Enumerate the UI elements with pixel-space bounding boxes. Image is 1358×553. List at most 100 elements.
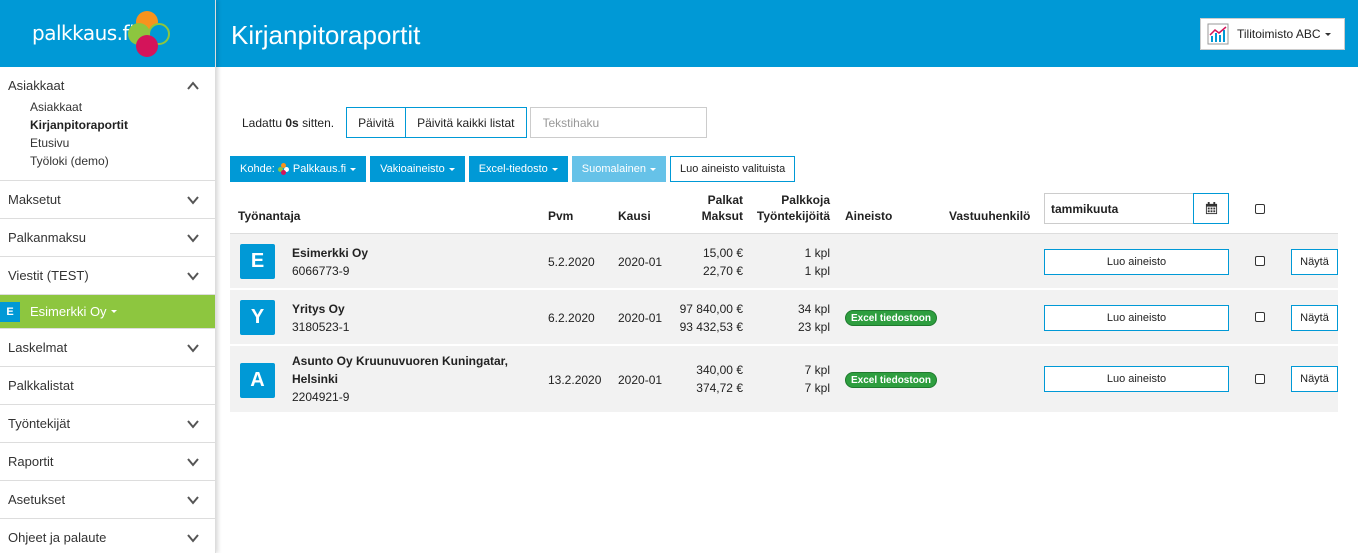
company-name: Yritys Oy xyxy=(292,302,345,316)
chevron-down-icon[interactable] xyxy=(185,268,201,284)
select-all-checkbox[interactable] xyxy=(1255,204,1265,214)
target-prefix: Kohde: xyxy=(240,163,275,175)
chevron-down-icon[interactable] xyxy=(185,340,201,356)
chevron-up-icon[interactable] xyxy=(185,78,201,94)
sub-item-customers[interactable]: Asiakkaat xyxy=(30,98,215,116)
company-id: 3180523-1 xyxy=(292,320,350,334)
company-name: Asunto Oy Kruunuvuoren Kuningatar, xyxy=(292,354,509,368)
refresh-all-button[interactable]: Päivitä kaikki listat xyxy=(405,107,527,138)
payments: 22,70 € xyxy=(702,264,743,278)
month-input[interactable] xyxy=(1044,193,1194,224)
chevron-down-icon[interactable] xyxy=(185,192,201,208)
nav-head-employees[interactable]: Työntekijät xyxy=(0,405,215,442)
company-avatar: A xyxy=(240,363,275,398)
table-row[interactable]: Y Yritys Oy 3180523-1 6.2.2020 2020-01 9… xyxy=(230,290,1338,346)
caret-down-icon xyxy=(551,167,558,171)
period: 2020-01 xyxy=(618,255,663,269)
col-salaries[interactable]: Palkat Maksut xyxy=(702,192,743,224)
nav-section-payroll: Palkanmaksu xyxy=(0,219,215,257)
loaded-status: Ladattu 0s sitten. xyxy=(242,115,335,130)
show-button[interactable]: Näytä xyxy=(1291,305,1338,331)
nav-head-paid[interactable]: Maksetut xyxy=(0,181,215,218)
salaries-count: 34 kpl xyxy=(797,302,830,316)
nav-label: Asiakkaat xyxy=(8,78,65,93)
sub-item-worklog[interactable]: Työloki (demo) xyxy=(30,152,215,170)
company-name-line2: Helsinki xyxy=(292,372,339,386)
nav-section-settings: Asetukset xyxy=(0,481,215,519)
nav-head-paylists[interactable]: Palkkalistat xyxy=(0,367,215,404)
logo-circles-icon xyxy=(128,9,180,59)
employees-count: 1 kpl xyxy=(804,264,830,278)
logo-text: palkkaus.fi xyxy=(32,21,135,45)
refresh-button[interactable]: Päivitä xyxy=(346,107,407,138)
palkkaus-logo-icon xyxy=(277,163,290,175)
sub-item-accounting-reports[interactable]: Kirjanpitoraportit xyxy=(30,116,215,134)
nav-head-help[interactable]: Ohjeet ja palaute xyxy=(0,519,215,553)
caret-down-icon xyxy=(448,167,455,171)
create-material-button[interactable]: Luo aineisto xyxy=(1044,305,1229,331)
sub-items: Asiakkaat Kirjanpitoraportit Etusivu Työ… xyxy=(0,98,215,180)
logo[interactable]: palkkaus.fi xyxy=(0,0,215,67)
col-counts[interactable]: Palkkoja Työntekijöitä xyxy=(757,192,830,224)
table-row[interactable]: E Esimerkki Oy 6066773-9 5.2.2020 2020-0… xyxy=(230,234,1338,290)
nav-head-messages[interactable]: Viestit (TEST) xyxy=(0,257,215,294)
caret-down-icon xyxy=(650,167,657,171)
sub-item-home[interactable]: Etusivu xyxy=(30,134,215,152)
row-checkbox[interactable] xyxy=(1255,312,1265,322)
caret-down-icon xyxy=(110,310,117,313)
excel-file-dropdown[interactable]: Excel-tiedosto xyxy=(468,156,568,182)
company-name: Esimerkki Oy xyxy=(292,246,369,260)
nav-head-payroll[interactable]: Palkanmaksu xyxy=(0,219,215,256)
chevron-down-icon[interactable] xyxy=(185,416,201,432)
col-responsible[interactable]: Vastuuhenkilö xyxy=(949,208,1030,224)
salaries: 15,00 € xyxy=(702,246,743,260)
row-checkbox[interactable] xyxy=(1255,256,1265,266)
active-company[interactable]: E Esimerkki Oy xyxy=(0,295,215,329)
chevron-down-icon[interactable] xyxy=(185,492,201,508)
chart-icon xyxy=(1207,23,1229,45)
nav-section-customers: Asiakkaat Asiakkaat Kirjanpitoraportit E… xyxy=(0,67,215,181)
col-period[interactable]: Kausi xyxy=(618,208,651,224)
org-name: Tilitoimisto ABC xyxy=(1237,27,1321,41)
nav-section-messages: Viestit (TEST) xyxy=(0,257,215,295)
header: Kirjanpitoraportit Tilitoimisto ABC xyxy=(216,0,1358,67)
table-row[interactable]: A Asunto Oy Kruunuvuoren Kuningatar, Hel… xyxy=(230,346,1338,414)
nav-section-paid: Maksetut xyxy=(0,181,215,219)
caret-down-icon xyxy=(1324,32,1331,36)
filter-bar: Kohde: Palkkaus.fi Vakioaineisto Excel-t… xyxy=(230,156,796,182)
nav-label: Työntekijät xyxy=(8,416,71,431)
standard-material-dropdown[interactable]: Vakioaineisto xyxy=(370,156,465,182)
company-avatar: Y xyxy=(240,300,275,335)
salaries-count: 1 kpl xyxy=(804,246,830,260)
chevron-down-icon[interactable] xyxy=(185,454,201,470)
salaries: 97 840,00 € xyxy=(679,302,743,316)
chevron-down-icon[interactable] xyxy=(185,530,201,546)
calendar-button[interactable] xyxy=(1193,193,1229,224)
show-button[interactable]: Näytä xyxy=(1291,366,1338,392)
period: 2020-01 xyxy=(618,311,663,325)
nav-head-reports[interactable]: Raportit xyxy=(0,443,215,480)
nav-label: Palkanmaksu xyxy=(8,230,87,245)
nav-head-calculations[interactable]: Laskelmat xyxy=(0,329,215,366)
create-material-button[interactable]: Luo aineisto xyxy=(1044,366,1229,392)
chevron-down-icon[interactable] xyxy=(185,230,201,246)
payments: 374,72 € xyxy=(696,381,743,395)
language-dropdown[interactable]: Suomalainen xyxy=(571,156,667,182)
org-dropdown-button[interactable]: Tilitoimisto ABC xyxy=(1200,18,1345,50)
nav-head-settings[interactable]: Asetukset xyxy=(0,481,215,518)
row-checkbox[interactable] xyxy=(1255,374,1265,384)
col-material[interactable]: Aineisto xyxy=(845,208,892,224)
search-input[interactable] xyxy=(529,107,707,138)
show-button[interactable]: Näytä xyxy=(1291,249,1338,275)
target-dropdown[interactable]: Kohde: Palkkaus.fi xyxy=(230,156,367,182)
create-material-button[interactable]: Luo aineisto xyxy=(1044,249,1229,275)
col-date[interactable]: Pvm xyxy=(548,208,573,224)
company-id: 6066773-9 xyxy=(292,264,350,278)
nav-label: Laskelmat xyxy=(8,340,68,355)
calendar-icon xyxy=(1205,202,1217,215)
create-from-selected-button[interactable]: Luo aineisto valituista xyxy=(670,156,796,182)
col-employer[interactable]: Työnantaja xyxy=(238,208,300,224)
company-id: 2204921-9 xyxy=(292,390,350,404)
nav-section-help: Ohjeet ja palaute xyxy=(0,519,215,553)
date: 13.2.2020 xyxy=(548,373,602,387)
